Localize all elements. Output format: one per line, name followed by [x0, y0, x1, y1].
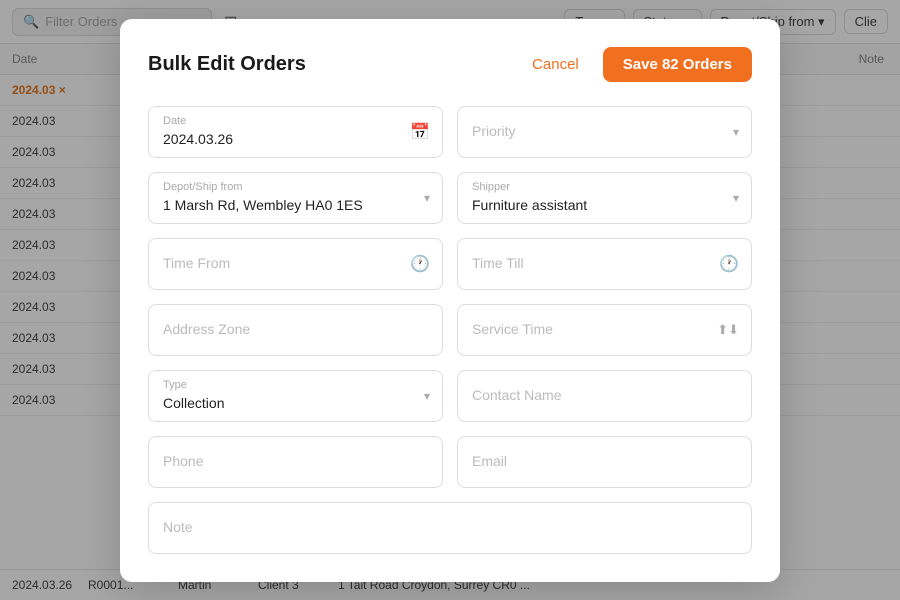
form-row-7: Note: [148, 502, 752, 554]
depot-field[interactable]: Depot/Ship from 1 Marsh Rd, Wembley HA0 …: [148, 172, 443, 224]
form-row-2: Depot/Ship from 1 Marsh Rd, Wembley HA0 …: [148, 172, 752, 224]
time-from-field[interactable]: Time From 🕐: [148, 238, 443, 290]
time-till-field[interactable]: Time Till 🕐: [457, 238, 752, 290]
priority-dropdown-arrow: ▾: [733, 125, 739, 139]
bulk-edit-modal: Bulk Edit Orders Cancel Save 82 Orders D…: [120, 19, 780, 582]
modal-actions: Cancel Save 82 Orders: [518, 47, 752, 82]
priority-field[interactable]: Priority ▾: [457, 106, 752, 158]
shipper-dropdown-arrow: ▾: [733, 191, 739, 205]
type-dropdown-arrow: ▾: [424, 389, 430, 403]
depot-dropdown-arrow: ▾: [424, 191, 430, 205]
form-row-4: Address Zone Service Time ⬆⬇: [148, 304, 752, 356]
calendar-icon: 📅: [410, 122, 430, 142]
date-field[interactable]: Date 2024.03.26 📅: [148, 106, 443, 158]
form-grid: Date 2024.03.26 📅 Priority ▾ Depot/Ship …: [148, 106, 752, 554]
form-row-6: Phone Email: [148, 436, 752, 488]
service-time-field[interactable]: Service Time ⬆⬇: [457, 304, 752, 356]
service-time-spinner: ⬆⬇: [717, 322, 739, 338]
email-field[interactable]: Email: [457, 436, 752, 488]
form-row-3: Time From 🕐 Time Till 🕐: [148, 238, 752, 290]
phone-field[interactable]: Phone: [148, 436, 443, 488]
note-field[interactable]: Note: [148, 502, 752, 554]
form-row-1: Date 2024.03.26 📅 Priority ▾: [148, 106, 752, 158]
shipper-field[interactable]: Shipper Furniture assistant ▾: [457, 172, 752, 224]
clock-icon-till: 🕐: [719, 254, 739, 274]
address-zone-field[interactable]: Address Zone: [148, 304, 443, 356]
save-button[interactable]: Save 82 Orders: [603, 47, 752, 82]
modal-overlay: Bulk Edit Orders Cancel Save 82 Orders D…: [0, 0, 900, 600]
clock-icon-from: 🕐: [410, 254, 430, 274]
contact-name-field[interactable]: Contact Name: [457, 370, 752, 422]
form-row-5: Type Collection ▾ Contact Name: [148, 370, 752, 422]
type-field[interactable]: Type Collection ▾: [148, 370, 443, 422]
cancel-button[interactable]: Cancel: [518, 48, 593, 81]
modal-header: Bulk Edit Orders Cancel Save 82 Orders: [148, 47, 752, 82]
modal-title: Bulk Edit Orders: [148, 53, 306, 76]
